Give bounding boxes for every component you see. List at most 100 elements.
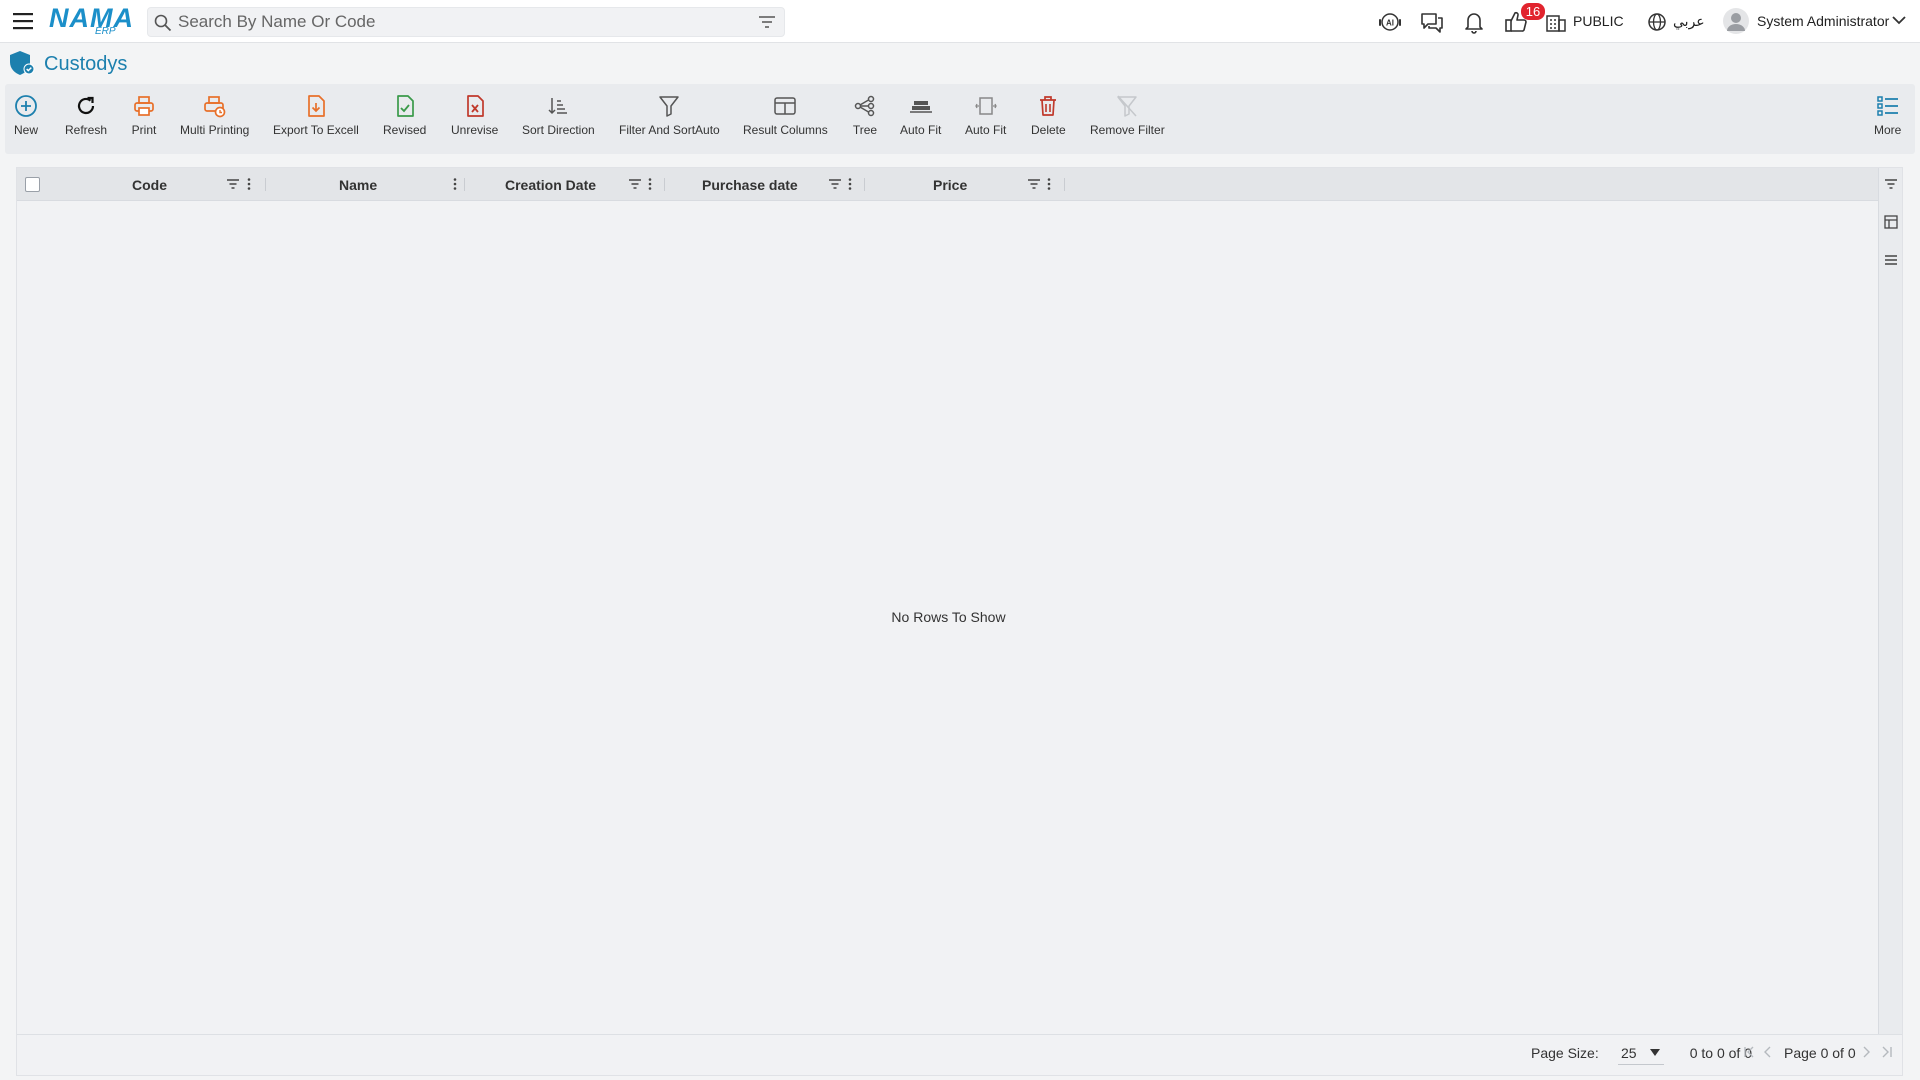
page-size-select[interactable]: 25 <box>1618 1041 1664 1065</box>
user-name[interactable]: System Administrator <box>1757 13 1889 30</box>
chat-icon[interactable] <box>1419 9 1445 35</box>
chevron-down-icon[interactable] <box>1892 15 1906 25</box>
auto-fit-icon <box>908 93 934 119</box>
page-title: Custodys <box>44 53 128 75</box>
column-header-code[interactable]: Code <box>132 177 167 193</box>
column-menu-icon[interactable] <box>1046 177 1052 191</box>
search-icon <box>154 14 172 32</box>
remove-filter-label: Remove Filter <box>1090 123 1165 137</box>
column-menu-icon[interactable] <box>246 177 252 191</box>
export-excel-label: Export To Excell <box>273 123 359 137</box>
column-filter-icon[interactable] <box>828 177 842 191</box>
first-page-icon[interactable] <box>1743 1046 1755 1058</box>
result-columns-label: Result Columns <box>743 123 828 137</box>
column-header-creation-date[interactable]: Creation Date <box>505 177 596 193</box>
refresh-button[interactable]: Refresh <box>65 93 107 145</box>
global-search <box>147 7 785 37</box>
search-input[interactable] <box>178 11 738 33</box>
sort-direction-label: Sort Direction <box>522 123 595 137</box>
column-menu-icon[interactable] <box>847 177 853 191</box>
more-button[interactable]: More <box>1874 93 1901 145</box>
logo-subtext: ERP <box>95 26 116 37</box>
building-icon <box>1545 9 1567 35</box>
column-resize-handle[interactable] <box>464 178 465 191</box>
app-logo[interactable]: NAMA ERP <box>49 3 134 38</box>
column-resize-handle[interactable] <box>265 178 266 191</box>
printer-icon <box>131 93 157 119</box>
column-filter-icon[interactable] <box>226 177 240 191</box>
svg-text:AI: AI <box>1386 19 1394 28</box>
column-menu-icon[interactable] <box>452 177 458 191</box>
auto-fit-columns-label: Auto Fit <box>965 123 1007 137</box>
column-resize-handle[interactable] <box>664 178 665 191</box>
more-label: More <box>1874 123 1902 137</box>
plus-circle-icon <box>13 93 39 119</box>
tree-label: Tree <box>852 123 878 137</box>
bell-icon[interactable] <box>1461 9 1487 35</box>
print-button[interactable]: Print <box>131 93 157 145</box>
list-icon <box>1875 93 1901 119</box>
no-rows-message: No Rows To Show <box>891 609 1006 625</box>
delete-button[interactable]: Delete <box>1031 93 1066 145</box>
multi-printing-label: Multi Printing <box>180 123 250 137</box>
new-button[interactable]: New <box>13 93 39 145</box>
select-all-checkbox[interactable] <box>25 177 40 192</box>
export-excel-button[interactable]: Export To Excell <box>273 93 359 145</box>
sort-direction-button[interactable]: Sort Direction <box>522 93 595 145</box>
multi-printing-button[interactable]: Multi Printing <box>180 93 249 145</box>
search-filter-icon[interactable] <box>758 15 776 29</box>
side-menu-icon[interactable] <box>1884 253 1898 267</box>
top-bar: NAMA ERP AI 16 PUBLIC عربي System Admini… <box>0 0 1920 43</box>
row-range: 0 to 0 of 0 <box>1689 1045 1752 1061</box>
column-filter-icon[interactable] <box>1027 177 1041 191</box>
remove-filter-button[interactable]: Remove Filter <box>1090 93 1165 145</box>
language-switch[interactable]: عربي <box>1673 13 1705 30</box>
trash-icon <box>1035 93 1061 119</box>
user-avatar-icon[interactable] <box>1723 8 1749 34</box>
unrevise-label: Unrevise <box>451 123 499 137</box>
hamburger-menu-icon[interactable] <box>12 11 34 31</box>
auto-fit-columns-button[interactable]: Auto Fit <box>965 93 1006 145</box>
unrevise-button[interactable]: Unrevise <box>451 93 498 145</box>
column-resize-handle[interactable] <box>1064 178 1065 191</box>
filter-sort-auto-button[interactable]: Filter And SortAuto <box>619 93 720 145</box>
sort-icon <box>545 93 571 119</box>
previous-page-icon[interactable] <box>1762 1046 1774 1058</box>
logo-text: NAMA <box>49 3 134 33</box>
funnel-icon <box>656 93 682 119</box>
next-page-icon[interactable] <box>1860 1046 1872 1058</box>
column-filter-icon[interactable] <box>628 177 642 191</box>
notification-badge: 16 <box>1521 3 1545 20</box>
file-download-icon <box>303 93 329 119</box>
refresh-label: Refresh <box>65 123 108 137</box>
caret-down-icon <box>1650 1049 1660 1056</box>
ai-assistant-icon[interactable]: AI <box>1377 9 1403 35</box>
remove-filter-icon <box>1114 93 1140 119</box>
page-size-label: Page Size: <box>1531 1045 1599 1061</box>
grid-header: Code Name Creation Date Purchase date Pr… <box>17 168 1880 201</box>
column-resize-handle[interactable] <box>864 178 865 191</box>
tree-button[interactable]: Tree <box>852 93 878 145</box>
branch-name[interactable]: PUBLIC <box>1573 13 1624 30</box>
column-header-price[interactable]: Price <box>933 177 967 193</box>
shield-check-icon <box>8 50 36 76</box>
column-header-purchase-date[interactable]: Purchase date <box>702 177 798 193</box>
column-menu-icon[interactable] <box>647 177 653 191</box>
refresh-icon <box>73 93 99 119</box>
grid-side-panel <box>1878 168 1902 1075</box>
column-header-name[interactable]: Name <box>339 177 377 193</box>
file-check-icon <box>392 93 418 119</box>
new-label: New <box>13 123 38 137</box>
result-columns-button[interactable]: Result Columns <box>743 93 828 145</box>
globe-icon[interactable] <box>1646 9 1668 35</box>
file-x-icon <box>462 93 488 119</box>
side-columns-icon[interactable] <box>1884 215 1898 229</box>
columns-icon <box>772 93 798 119</box>
page-info: Page 0 of 0 <box>1784 1045 1856 1061</box>
revised-button[interactable]: Revised <box>383 93 426 145</box>
last-page-icon[interactable] <box>1881 1046 1893 1058</box>
auto-fit-button[interactable]: Auto Fit <box>900 93 941 145</box>
action-toolbar: New Refresh Print Multi Printing Export … <box>5 84 1915 154</box>
data-grid: Code Name Creation Date Purchase date Pr… <box>16 167 1903 1076</box>
side-filter-icon[interactable] <box>1884 177 1898 191</box>
